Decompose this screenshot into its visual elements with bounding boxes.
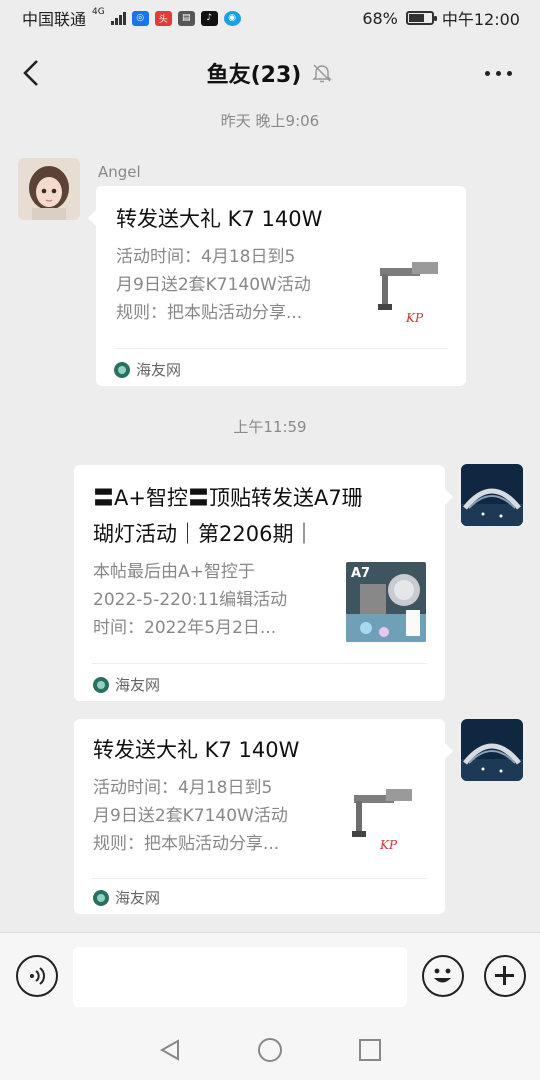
card-title: 转发送大礼 K7 140W [116,207,323,231]
nav-back-button[interactable] [155,1035,185,1065]
square-recents-icon [359,1039,381,1061]
status-bar: 中国联通 4G ◎ 头 ▤ ♪ ◉ 68% 中午12:00 [0,0,540,36]
avatar[interactable] [18,158,80,220]
battery-percent: 68% [362,8,398,28]
message-input[interactable] [73,947,407,1007]
app-notification-icon: 头 [154,10,172,26]
system-nav-bar [0,1020,540,1080]
source-app-icon [93,889,109,906]
card-title-line: 瑚灯活动｜第2206期｜ [93,522,315,546]
signal-icon [110,11,126,25]
card-description: 活动时间：4月18日到5 月9日送2套K7140W活动 规则：把本贴活动分享..… [116,243,311,327]
message-timestamp: 昨天 晚上9:06 [220,112,320,130]
emoji-button[interactable] [422,955,464,997]
message-timestamp: 上午11:59 [233,418,307,436]
battery-level-fill [408,14,424,22]
source-label: 海友网 [115,889,161,907]
sender-name: Angel [98,163,141,181]
plus-button[interactable] [484,955,526,997]
avatar[interactable] [461,464,523,526]
thumbnail-logo-text: A7 [351,566,370,581]
thumbnail-logo-text: KP [405,311,424,325]
avatar[interactable] [461,719,523,781]
app-notification-icon: ◎ [131,10,149,26]
card-description-line: 月9日送2套K7140W活动 [93,806,288,826]
card-thumbnail: KP [346,783,426,863]
card-description-line: 规则：把本贴活动分享... [116,303,303,323]
carrier-label: 中国联通 [22,10,87,29]
nav-recents-button[interactable] [355,1035,385,1065]
network-label: 4G [92,7,105,17]
bell-off-icon [312,64,333,83]
card-description-line: 月9日送2套K7140W活动 [116,275,311,295]
source-label: 海友网 [136,361,182,379]
thumbnail-logo-text: KP [379,838,398,852]
link-card[interactable]: 〓A+智控〓顶贴转发送A7珊 瑚灯活动｜第2206期｜ 本帖最后由A+智控于 2… [74,465,453,701]
chevron-left-icon [23,60,38,86]
card-source: 海友网 [93,674,160,695]
link-card[interactable]: 转发送大礼 K7 140W 活动时间：4月18日到5 月9日送2套K7140W活… [88,186,466,386]
card-divider [114,348,448,349]
more-dot [506,70,512,76]
app-notification-icon: ◉ [223,10,241,26]
card-title-line: 〓A+智控〓顶贴转发送A7珊 [93,486,363,510]
card-title: 〓A+智控〓顶贴转发送A7珊 瑚灯活动｜第2206期｜ [93,480,363,552]
card-divider [92,663,427,664]
card-title: 转发送大礼 K7 140W [93,738,300,762]
more-dot [484,70,490,76]
avatar-image [18,158,80,220]
card-thumbnail: A7 [346,562,426,642]
circle-home-icon [258,1038,282,1062]
app-notification-icon: ▤ [177,10,195,26]
battery-icon [405,11,437,25]
chat-title: 鱼友(23) [206,63,302,88]
tiktok-icon: ♪ [200,10,218,26]
back-button[interactable] [14,56,48,90]
emoji-icon [434,968,451,983]
card-description-line: 活动时间：4月18日到5 [116,247,296,267]
link-card[interactable]: 转发送大礼 K7 140W 活动时间：4月18日到5 月9日送2套K7140W活… [74,719,453,914]
more-button[interactable] [478,56,518,90]
triangle-back-icon [159,1039,179,1061]
card-description-line: 2022-5-220:11编辑活动 [93,590,288,610]
card-source: 海友网 [114,359,181,380]
card-description-line: 规则：把本贴活动分享... [93,834,280,854]
input-bar [0,932,540,1020]
nav-home-button[interactable] [255,1035,285,1065]
chat-header: 鱼友(23) [0,36,540,110]
source-app-icon [93,676,109,693]
voice-button[interactable] [16,955,58,997]
card-description-line: 本帖最后由A+智控于 [93,562,255,582]
card-description-line: 活动时间：4月18日到5 [93,778,273,798]
card-description-line: 时间：2022年5月2日... [93,618,277,638]
card-description: 活动时间：4月18日到5 月9日送2套K7140W活动 规则：把本贴活动分享..… [93,774,288,858]
card-thumbnail: KP [372,256,452,336]
clock: 中午12:00 [441,10,520,29]
more-dot [495,70,501,76]
card-description: 本帖最后由A+智控于 2022-5-220:11编辑活动 时间：2022年5月2… [93,558,287,642]
avatar-image [461,719,523,781]
card-divider [92,878,427,879]
source-label: 海友网 [115,676,161,694]
source-app-icon [114,361,130,378]
card-source: 海友网 [93,887,160,908]
avatar-image [461,464,523,526]
voice-icon [30,967,45,985]
